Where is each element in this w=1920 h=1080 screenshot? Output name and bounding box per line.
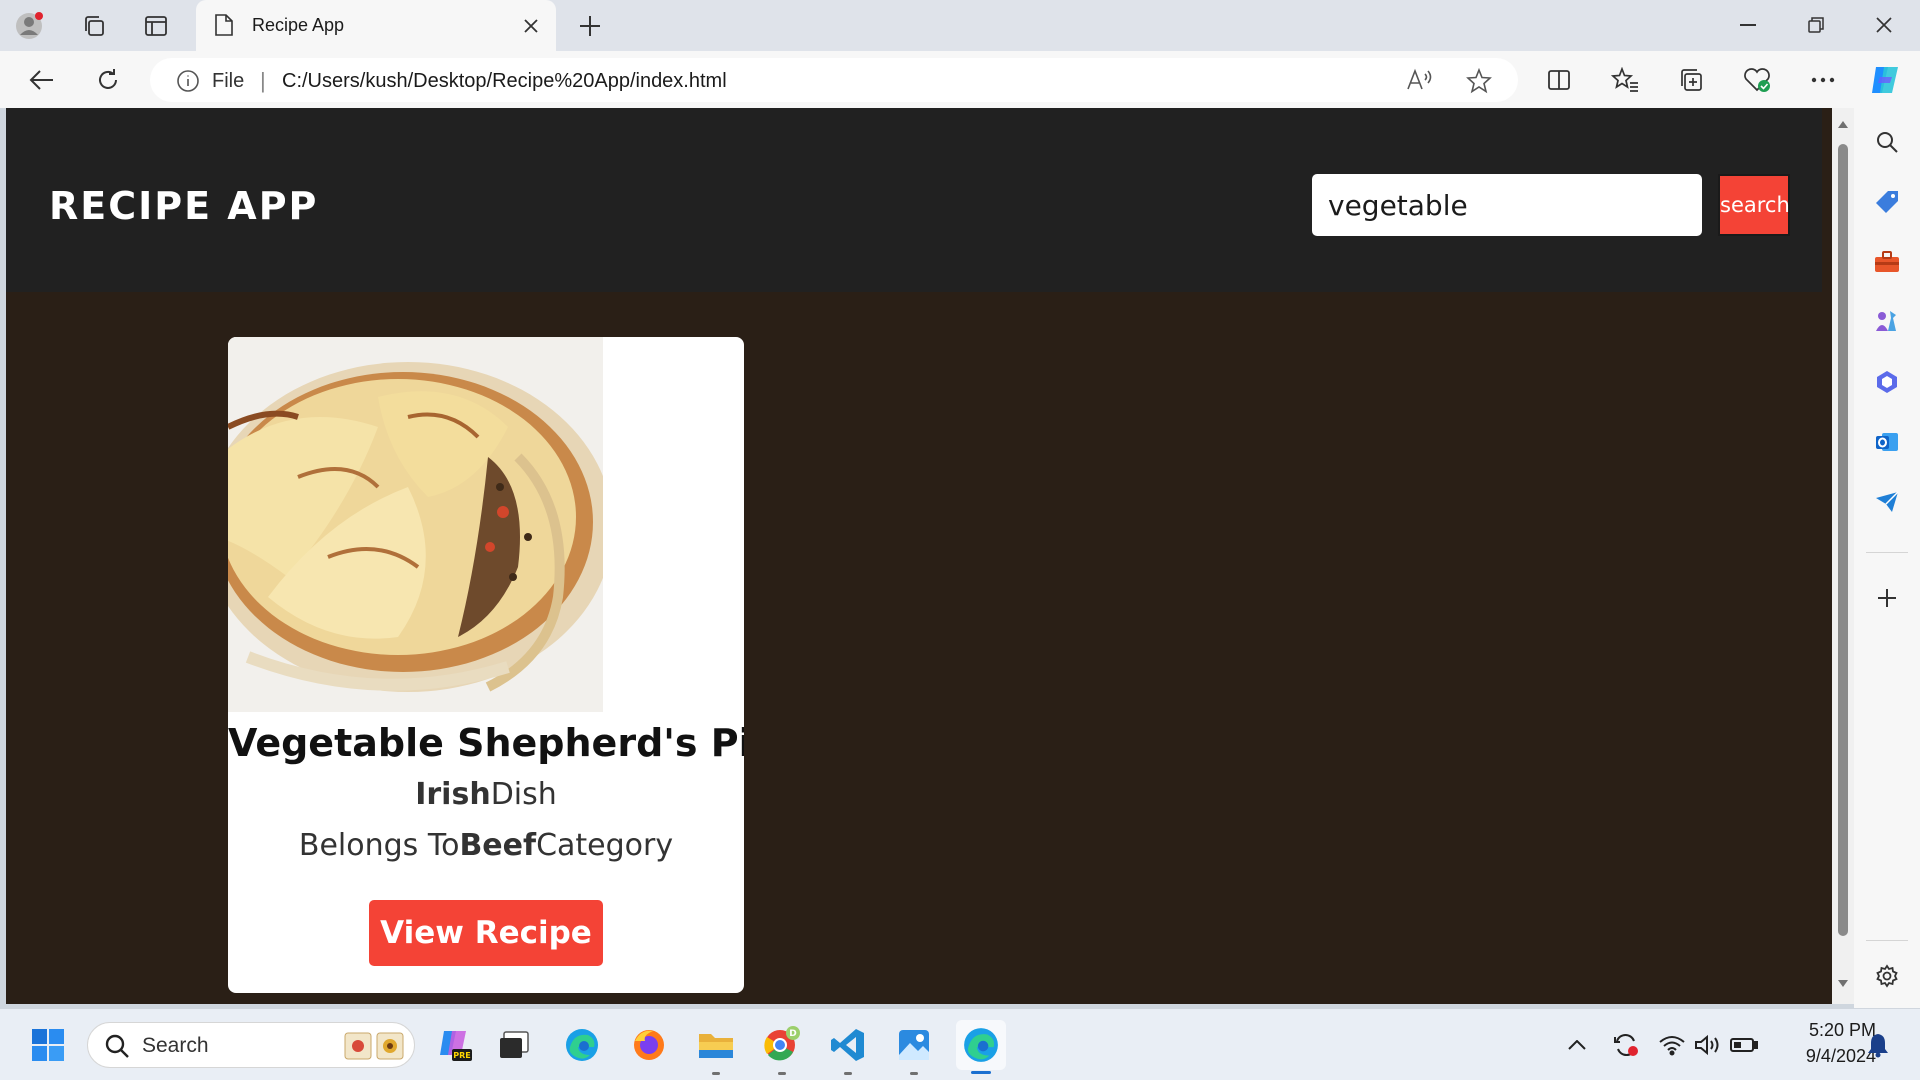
read-aloud-icon[interactable] <box>1406 68 1432 92</box>
more-options-icon[interactable] <box>1806 63 1840 97</box>
app-title: RECIPE APP <box>49 184 319 228</box>
recipe-area-name: Irish <box>415 777 491 812</box>
recipe-area: IrishDish <box>228 777 744 812</box>
windows-taskbar: Search PRE D 5:20 PM 9/4/2024 <box>0 1008 1920 1080</box>
sidebar-divider <box>1866 552 1908 553</box>
windows-start-icon[interactable] <box>26 1023 70 1067</box>
active-indicator <box>971 1071 991 1074</box>
recipe-category-name: Beef <box>459 828 537 863</box>
send-icon[interactable] <box>1871 486 1903 518</box>
running-indicator <box>910 1072 918 1075</box>
file-explorer-icon[interactable] <box>694 1023 738 1075</box>
recipe-search-input[interactable] <box>1312 174 1702 236</box>
address-separator: | <box>260 68 266 93</box>
close-tab-icon[interactable] <box>518 13 544 39</box>
favorite-star-icon[interactable] <box>1466 68 1492 94</box>
tab-actions-icon[interactable] <box>140 10 172 42</box>
recipe-category: Belongs ToBeefCategory <box>228 828 744 863</box>
sync-status-icon[interactable] <box>1604 1023 1648 1067</box>
info-icon[interactable] <box>176 69 200 93</box>
terminal-icon[interactable] <box>492 1023 536 1067</box>
page-viewport: RECIPE APP search <box>6 108 1832 1004</box>
scroll-down-icon[interactable] <box>1837 978 1849 990</box>
scroll-thumb[interactable] <box>1838 144 1848 936</box>
tab-title: Recipe App <box>252 15 345 35</box>
recipe-name: Vegetable Shepherd's Pie <box>228 721 744 765</box>
recipe-image <box>228 337 603 712</box>
battery-icon[interactable] <box>1722 1023 1766 1067</box>
refresh-icon[interactable] <box>91 63 125 97</box>
running-indicator <box>778 1072 786 1075</box>
edge-sidebar <box>1854 108 1920 1008</box>
recipe-area-suffix: Dish <box>490 777 557 812</box>
show-hidden-icons-chevron-icon[interactable] <box>1555 1023 1599 1067</box>
back-icon[interactable] <box>25 63 59 97</box>
recipe-card: Vegetable Shepherd's Pie IrishDish Belon… <box>228 337 744 993</box>
add-sidebar-app-icon[interactable] <box>1871 582 1903 614</box>
close-window-icon[interactable] <box>1862 8 1906 42</box>
split-screen-icon[interactable] <box>1542 63 1576 97</box>
search-highlight-icon <box>344 1031 406 1061</box>
taskbar-search-box[interactable]: Search <box>87 1022 415 1068</box>
shopping-tag-icon[interactable] <box>1871 186 1903 218</box>
restore-icon[interactable] <box>1794 8 1838 42</box>
running-indicator <box>844 1072 852 1075</box>
notifications-bell-icon[interactable] <box>1856 1023 1900 1067</box>
running-indicator <box>712 1072 720 1075</box>
workspaces-icon[interactable] <box>78 10 110 42</box>
copilot-preview-icon[interactable]: PRE <box>432 1023 476 1067</box>
browser-tab-active[interactable]: Recipe App <box>196 0 556 51</box>
firefox-icon[interactable] <box>627 1023 671 1067</box>
tools-icon[interactable] <box>1871 246 1903 278</box>
taskbar-search-icon <box>104 1033 130 1059</box>
address-url[interactable]: C:/Users/kush/Desktop/Recipe%20App/index… <box>282 70 727 93</box>
new-tab-icon[interactable] <box>574 10 606 42</box>
collections-icon[interactable] <box>1674 63 1708 97</box>
taskbar-search-label: Search <box>142 1034 209 1057</box>
svg-text:D: D <box>789 1029 796 1039</box>
favorites-icon[interactable] <box>1608 63 1642 97</box>
chrome-icon[interactable]: D <box>760 1023 804 1075</box>
sidebar-search-icon[interactable] <box>1871 126 1903 158</box>
search-button[interactable]: search <box>1718 174 1790 236</box>
photos-icon[interactable] <box>892 1023 936 1075</box>
sidebar-divider-bottom <box>1866 940 1908 941</box>
games-icon[interactable] <box>1871 306 1903 338</box>
svg-text:PRE: PRE <box>453 1051 471 1060</box>
browser-essentials-icon[interactable] <box>1740 63 1774 97</box>
vscode-icon[interactable] <box>826 1023 870 1075</box>
view-recipe-button[interactable]: View Recipe <box>369 900 603 966</box>
page-icon <box>214 13 234 37</box>
address-bar[interactable]: File | C:/Users/kush/Desktop/Recipe%20Ap… <box>150 58 1518 102</box>
recipe-category-prefix: Belongs To <box>298 828 460 863</box>
page-scrollbar[interactable] <box>1832 108 1854 1004</box>
minimize-icon[interactable] <box>1726 8 1770 42</box>
outlook-icon[interactable] <box>1871 426 1903 458</box>
edge-icon[interactable] <box>560 1023 604 1067</box>
edge-active-icon[interactable] <box>956 1020 1006 1074</box>
sidebar-settings-icon[interactable] <box>1871 960 1903 992</box>
recipe-category-suffix: Category <box>536 828 674 863</box>
address-scheme-label: File <box>212 70 245 92</box>
copilot-icon[interactable] <box>1868 63 1902 97</box>
browser-toolbar: File | C:/Users/kush/Desktop/Recipe%20Ap… <box>0 51 1920 108</box>
app-header: RECIPE APP search <box>6 108 1822 292</box>
scroll-up-icon[interactable] <box>1837 118 1849 130</box>
browser-title-bar: Recipe App <box>0 0 1920 51</box>
microsoft-365-icon[interactable] <box>1871 366 1903 398</box>
profile-icon[interactable] <box>14 10 46 42</box>
